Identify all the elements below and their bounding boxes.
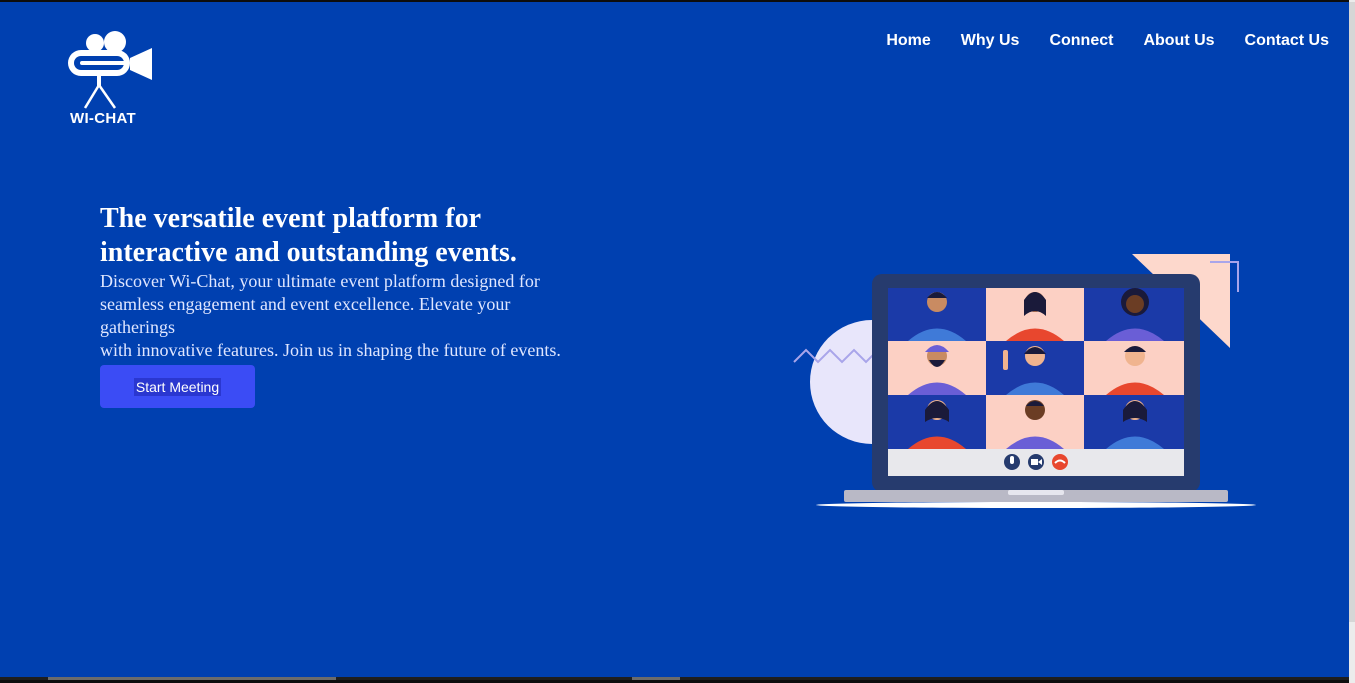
brand-name: WI-CHAT <box>70 110 136 127</box>
nav-about-us[interactable]: About Us <box>1143 32 1214 50</box>
start-meeting-button[interactable]: Start Meeting <box>100 365 255 408</box>
nav-home[interactable]: Home <box>886 32 930 50</box>
participant-grid <box>888 288 1184 449</box>
bottom-edge <box>0 677 1349 680</box>
hero-description-line: with innovative features. Join us in sha… <box>100 340 561 360</box>
hero-description: Discover Wi-Chat, your ultimate event pl… <box>100 270 640 362</box>
main-nav: Home Why Us Connect About Us Contact Us <box>886 32 1329 50</box>
hero-description-line: seamless engagement and event excellence… <box>100 294 511 314</box>
scrollbar-thumb[interactable] <box>1349 2 1355 622</box>
hero-description-line: Discover Wi-Chat, your ultimate event pl… <box>100 271 540 291</box>
hero-title: The versatile event platform for interac… <box>100 203 517 268</box>
brand-logo[interactable]: WI-CHAT <box>60 30 156 130</box>
nav-connect[interactable]: Connect <box>1049 32 1113 50</box>
video-conference-illustration <box>790 250 1260 515</box>
hang-up-icon[interactable] <box>1052 454 1068 470</box>
laptop-video-call-image <box>793 254 1256 508</box>
hero-section: The versatile event platform for interac… <box>100 202 660 408</box>
hero-description-line: gatherings <box>100 317 175 337</box>
landing-page: WI-CHAT Home Why Us Connect About Us Con… <box>0 2 1349 680</box>
nav-contact-us[interactable]: Contact Us <box>1245 32 1329 50</box>
nav-why-us[interactable]: Why Us <box>961 32 1020 50</box>
movie-camera-icon <box>68 31 152 109</box>
microphone-icon[interactable] <box>1004 454 1020 470</box>
laptop-shadow <box>816 502 1256 508</box>
scrollbar[interactable] <box>1349 0 1355 683</box>
video-camera-icon[interactable] <box>1028 454 1044 470</box>
start-meeting-label: Start Meeting <box>133 378 222 396</box>
